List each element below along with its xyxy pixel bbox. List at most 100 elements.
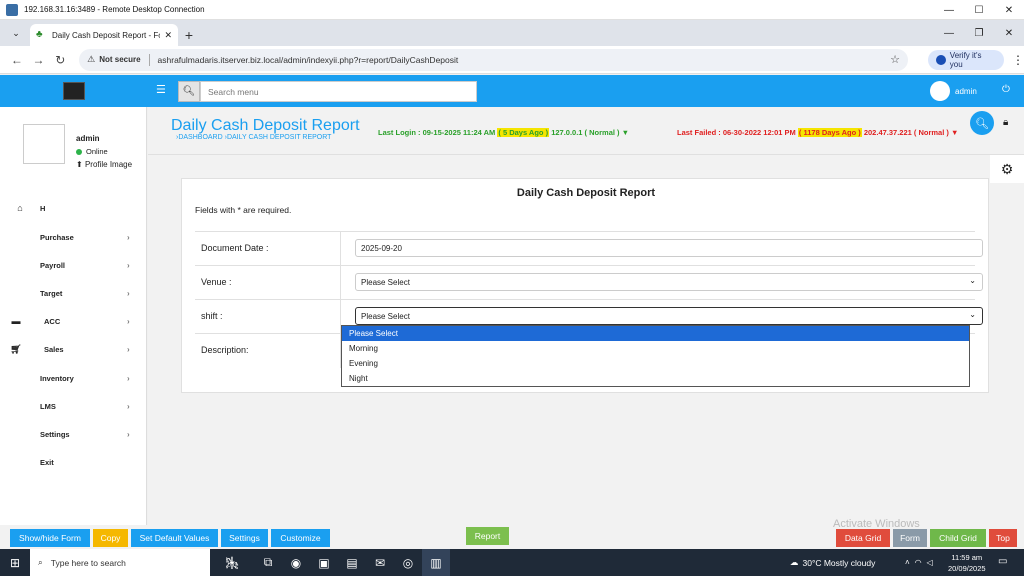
widgets-icon[interactable]: 🎠︎ — [210, 549, 254, 576]
forward-icon[interactable]: → — [28, 53, 50, 67]
chevron-down-icon: ⌄ — [969, 276, 976, 285]
gear-icon[interactable]: ⚙ — [990, 155, 1024, 183]
not-secure-label[interactable]: Not secure — [99, 55, 140, 64]
file-explorer-icon[interactable]: ▣ — [310, 549, 338, 576]
verify-label: Verify it's you — [949, 50, 982, 69]
main-content: Daily Cash Deposit Report ›DASHBOARD ›DA… — [148, 107, 1024, 525]
chevron-right-icon: › — [127, 260, 130, 270]
sidebar-item-lms[interactable]: LMS › — [0, 397, 147, 415]
sidebar-item-payroll[interactable]: Payroll › — [0, 256, 147, 274]
activate-windows-watermark: Activate Windows — [833, 518, 920, 530]
copy-button[interactable]: Copy — [93, 529, 128, 547]
sidebar-username: admin — [76, 134, 100, 143]
profile-image-link[interactable]: ⬆ Profile Image — [76, 160, 132, 169]
sidebar-item-home[interactable]: ⌂ H — [0, 199, 147, 217]
set-default-values-button[interactable]: Set Default Values — [131, 529, 218, 547]
wifi-icon[interactable]: ◠ — [915, 558, 922, 567]
chevron-right-icon: › — [127, 429, 130, 439]
document-date-input[interactable]: 2025-09-20 — [355, 239, 983, 257]
browser-restore-icon[interactable]: ❐ — [964, 20, 994, 46]
tab-search-icon[interactable]: ⌄ — [6, 23, 26, 43]
form-row-venue: Venue : Please Select ⌄ — [195, 266, 983, 300]
admin-avatar[interactable] — [930, 81, 950, 101]
sidebar-item-target[interactable]: Target › — [0, 284, 147, 302]
tab-close-icon[interactable]: ✕ — [164, 30, 172, 41]
notification-icon[interactable]: ▭ — [998, 556, 1007, 567]
browser-close-icon[interactable]: ✕ — [994, 20, 1024, 46]
settings-button[interactable]: Settings — [221, 529, 268, 547]
system-tray: ˄ ◠ ◁ — [905, 549, 933, 576]
venue-select[interactable]: Please Select ⌄ — [355, 273, 983, 291]
child-grid-button[interactable]: Child Grid — [930, 529, 986, 547]
task-view-icon[interactable]: ⧉ — [254, 549, 282, 576]
lock-icon[interactable]: 🔒︎ — [1003, 117, 1008, 128]
back-icon[interactable]: ← — [6, 53, 28, 67]
last-failed-highlight: ( 1178 Days Ago ) — [797, 128, 862, 137]
maximize-icon[interactable]: ☐ — [964, 0, 994, 20]
omnibox[interactable]: ⚠ Not secure ashrafulmadaris.itserver.bi… — [79, 48, 908, 71]
show-hide-form-button[interactable]: Show/hide Form — [10, 529, 90, 547]
cloud-icon: ☁ — [790, 557, 799, 567]
verify-button[interactable]: Verify it's you — [927, 49, 1004, 70]
weather-widget[interactable]: ☁ 30°C Mostly cloudy — [790, 549, 875, 576]
outlook-icon[interactable]: ✉ — [366, 549, 394, 576]
chevron-right-icon: › — [127, 373, 130, 383]
sidebar-item-purchase[interactable]: Purchase › — [0, 228, 147, 246]
browser-minimize-icon[interactable]: — — [934, 20, 964, 46]
bank-icon: ▬ — [11, 316, 21, 326]
shift-option[interactable]: Please Select — [342, 326, 969, 341]
bookmark-star-icon[interactable]: ☆ — [890, 53, 900, 66]
browser-window-controls: — ❐ ✕ — [934, 20, 1024, 46]
search-menu-input[interactable]: Search menu — [200, 81, 477, 102]
chevron-up-icon[interactable]: ˄ — [905, 558, 910, 567]
shift-select[interactable]: Please Select ⌄ — [355, 307, 983, 325]
upload-icon: ⬆ — [76, 160, 83, 169]
new-tab-icon[interactable]: + — [178, 24, 200, 46]
column-divider — [340, 266, 341, 299]
breadcrumb[interactable]: ›DASHBOARD ›DAILY CASH DEPOSIT REPORT — [176, 134, 331, 141]
url-text[interactable]: ashrafulmadaris.itserver.biz.local/admin… — [158, 55, 459, 65]
minimize-icon[interactable]: — — [934, 0, 964, 20]
sidebar-item-sales[interactable]: 🛒︎ Sales › — [0, 340, 147, 358]
chevron-right-icon: › — [127, 288, 130, 298]
sidebar-item-settings[interactable]: Settings › — [0, 425, 147, 443]
report-button[interactable]: Report — [466, 527, 509, 545]
reload-icon[interactable]: ↻ — [49, 53, 71, 67]
power-icon[interactable]: ⏻ — [1002, 84, 1010, 95]
sidebar-item-inventory[interactable]: Inventory › — [0, 369, 147, 387]
hamburger-icon[interactable]: ☰ — [156, 83, 166, 96]
store-icon[interactable]: ▤ — [338, 549, 366, 576]
sidebar-item-acc[interactable]: ▬ ACC › — [0, 312, 147, 330]
windows-start-icon[interactable]: ⊞ — [0, 549, 30, 576]
shift-option[interactable]: Evening — [342, 356, 969, 371]
search-icon: ⌕ — [38, 557, 43, 567]
chrome-icon[interactable]: ◎ — [394, 549, 422, 576]
browser-tab-strip: ⌄ ♣ Daily Cash Deposit Report - Fo ✕ + —… — [0, 20, 1024, 46]
browser-menu-icon[interactable]: ⋮ — [1012, 53, 1024, 67]
data-grid-button[interactable]: Data Grid — [836, 529, 890, 547]
form-row-document-date: Document Date : 2025-09-20 — [195, 232, 983, 266]
shift-option[interactable]: Morning — [342, 341, 969, 356]
last-login-suffix: 127.0.0.1 ( Normal ) ▼ — [551, 128, 630, 137]
search-icon[interactable]: 🔍︎ — [178, 81, 200, 102]
customize-button[interactable]: Customize — [271, 529, 330, 547]
online-status: Online — [76, 147, 108, 156]
form-button[interactable]: Form — [893, 529, 927, 547]
warning-icon[interactable]: ⚠ — [87, 54, 95, 65]
header-username[interactable]: admin — [955, 87, 977, 96]
browser-tab-active[interactable]: ♣ Daily Cash Deposit Report - Fo ✕ — [30, 24, 178, 46]
shift-select-value: Please Select — [361, 311, 410, 321]
page-search-icon[interactable]: 🔍︎ — [970, 111, 994, 135]
rdp-title-bar: 192.168.31.16:3489 - Remote Desktop Conn… — [0, 0, 1024, 20]
shift-option[interactable]: Night — [342, 371, 969, 386]
app-logo[interactable] — [63, 82, 85, 100]
taskbar-clock[interactable]: 11:59 am 20/09/2025 — [948, 552, 986, 574]
remote-desktop-icon[interactable]: ▥ — [422, 549, 450, 576]
sidebar-item-exit[interactable]: Exit — [0, 453, 147, 471]
edge-icon[interactable]: ◉ — [282, 549, 310, 576]
taskbar-search[interactable]: ⌕ Type here to search — [30, 549, 210, 576]
top-button[interactable]: Top — [989, 529, 1017, 547]
tab-title: Daily Cash Deposit Report - Fo — [52, 30, 161, 40]
speaker-icon[interactable]: ◁ — [927, 558, 933, 567]
close-icon[interactable]: ✕ — [994, 0, 1024, 20]
